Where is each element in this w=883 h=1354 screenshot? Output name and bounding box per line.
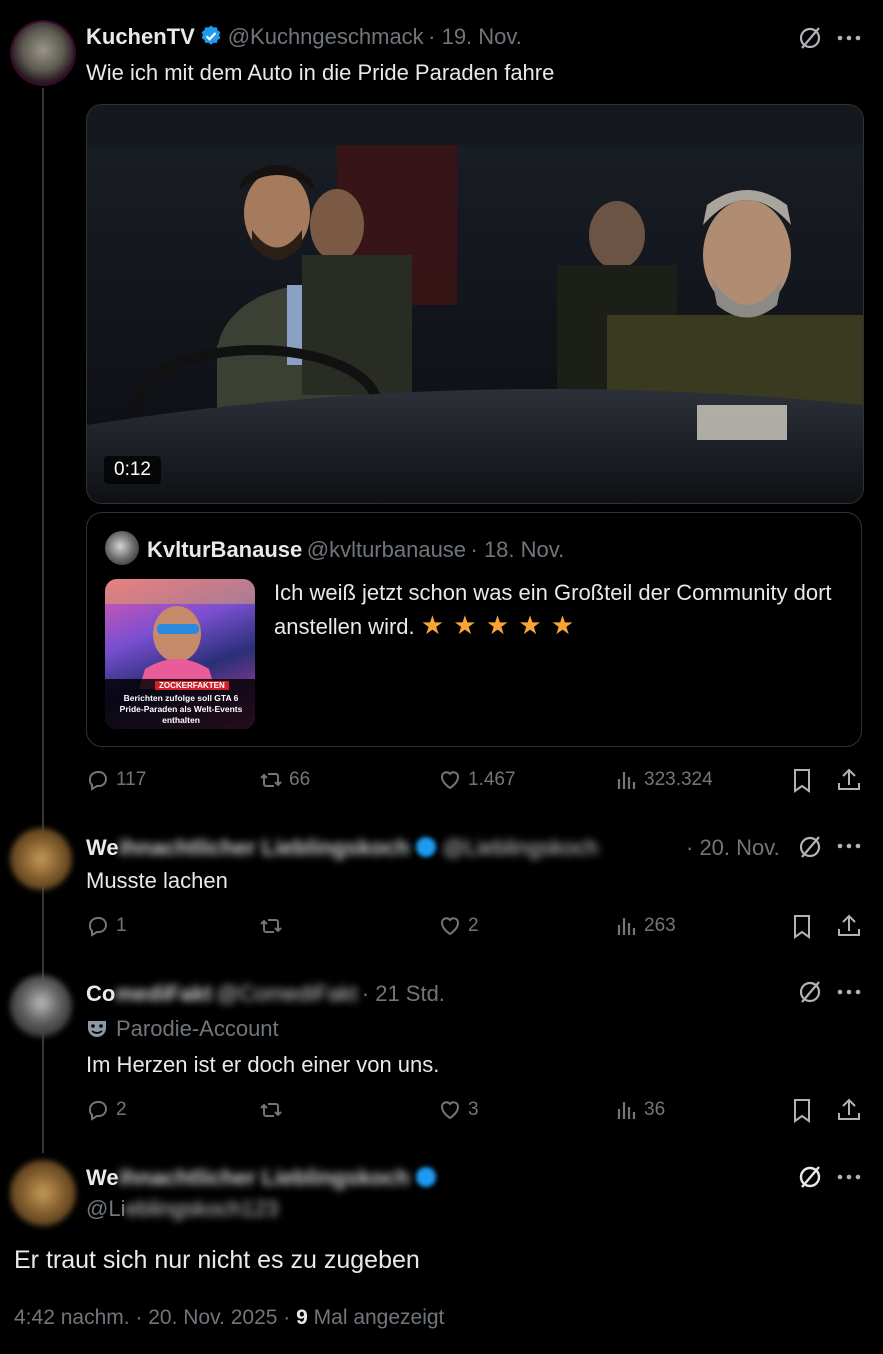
focus-author-handle-redacted: eblingskoch123 [125,1196,279,1221]
verified-badge-icon [416,1167,437,1187]
verified-badge-icon [416,837,437,857]
avatar-reply2[interactable] [10,975,72,1037]
bookmark-icon[interactable] [790,914,814,940]
author-handle[interactable]: @Kuchngeschmack [228,24,424,49]
reply1-author-name-redacted: ihnachtlicher Lieblingskoch [118,835,410,860]
views-count: 323.324 [644,769,713,790]
avatar-focus-post[interactable] [10,1160,76,1226]
reply-icon [88,917,107,937]
thumbnail-caption: Berichten zufolge soll GTA 6 Pride-Parad… [119,693,243,725]
more-options-icon[interactable] [837,842,861,850]
grok-icon[interactable] [797,1164,823,1190]
repost-icon [260,919,282,933]
reply-icon [88,1101,107,1121]
reply1-text: Musste lachen [86,868,228,893]
repost-icon [260,773,282,787]
views-button[interactable]: 263 [614,914,676,938]
heart-icon [441,917,459,936]
post-date[interactable]: · 19. Nov. [428,24,522,49]
focus-author-name-redacted: ihnachtlicher Lieblingskoch [118,1165,410,1190]
star-rating-icons: ★ ★ ★ ★ ★ [420,610,576,640]
video-duration: 0:12 [104,456,161,484]
more-options-icon[interactable] [837,34,861,42]
reply2-author-name-redacted: mediFakt [115,981,212,1006]
reply2-author-name[interactable]: Co [86,981,115,1006]
quote-thumbnail[interactable]: ZOCKERFAKTEN Berichten zufolge soll GTA … [105,579,255,729]
quote-date[interactable]: · 18. Nov. [471,537,565,562]
quote-avatar[interactable] [105,531,139,565]
parody-account-label: Parodie-Account [116,1016,279,1041]
more-options-icon[interactable] [837,988,861,996]
like-count: 1.467 [468,769,516,790]
like-count: 3 [468,1099,479,1120]
focus-post-text: Er traut sich nur nicht es zu zugeben [14,1246,420,1274]
repost-icon [260,1103,282,1117]
like-count: 2 [468,915,479,936]
reply-button[interactable]: 2 [86,1098,127,1122]
thumbnail-banner: ZOCKERFAKTEN [155,681,229,690]
reply1-author-name[interactable]: We [86,835,119,860]
post-timestamp[interactable]: 4:42 nachm. · 20. Nov. 2025 · [14,1306,290,1329]
reply-count: 117 [116,769,147,790]
avatar-kuchentv[interactable] [12,22,74,84]
avatar-reply1[interactable] [10,828,72,890]
reply1-handle-redacted: @Lieblingskoch [442,835,599,860]
like-button[interactable]: 1.467 [438,768,516,792]
grok-icon[interactable] [797,25,823,51]
video-player[interactable]: 0:12 [86,104,864,504]
grok-icon[interactable] [797,979,823,1005]
verified-badge-icon [201,25,221,45]
views-icon [617,772,636,789]
views-count: 263 [644,915,676,936]
quote-author-handle[interactable]: @kvlturbanause [307,537,466,562]
more-options-icon[interactable] [837,1173,861,1181]
reply1-date[interactable]: · 20. Nov. [686,835,780,861]
repost-button[interactable]: 66 [259,768,310,792]
reply2-handle-redacted: @ComediFakt [216,981,358,1006]
author-name[interactable]: KuchenTV [86,24,195,49]
post-text: Wie ich mit dem Auto in die Pride Parade… [86,60,555,85]
reply-count: 1 [116,915,127,936]
focus-author-handle[interactable]: @Li [86,1196,125,1221]
reply2-date[interactable]: · 21 Std. [362,981,445,1006]
reply-icon [88,771,107,791]
like-button[interactable]: 3 [438,1098,479,1122]
views-icon [617,1102,636,1119]
focus-author-name[interactable]: We [86,1165,119,1190]
quoted-post[interactable]: KvlturBanause @kvlturbanause · 18. Nov. … [86,512,862,747]
bookmark-icon[interactable] [790,768,814,794]
reply-button[interactable]: 1 [86,914,127,938]
grok-icon[interactable] [797,834,823,860]
repost-button[interactable] [259,1098,289,1122]
views-button[interactable]: 36 [614,1098,665,1122]
bookmark-icon[interactable] [790,1098,814,1124]
share-icon[interactable] [836,913,862,939]
views-count: 36 [644,1099,666,1120]
view-count: 9 [296,1306,308,1329]
reply-button[interactable]: 117 [86,768,146,792]
heart-icon [441,1101,459,1120]
reply2-text: Im Herzen ist er doch einer von uns. [86,1052,440,1077]
share-icon[interactable] [836,1097,862,1123]
like-button[interactable]: 2 [438,914,479,938]
views-icon [617,918,636,935]
repost-count: 66 [289,769,311,790]
reply-count: 2 [116,1099,127,1120]
share-icon[interactable] [836,767,862,793]
parody-mask-icon [88,1021,106,1037]
heart-icon [441,771,459,790]
repost-button[interactable] [259,914,289,938]
views-button[interactable]: 323.324 [614,768,713,792]
view-count-label: Mal angezeigt [313,1306,445,1329]
video-frame [87,105,863,503]
quote-author-name[interactable]: KvlturBanause [147,537,302,562]
